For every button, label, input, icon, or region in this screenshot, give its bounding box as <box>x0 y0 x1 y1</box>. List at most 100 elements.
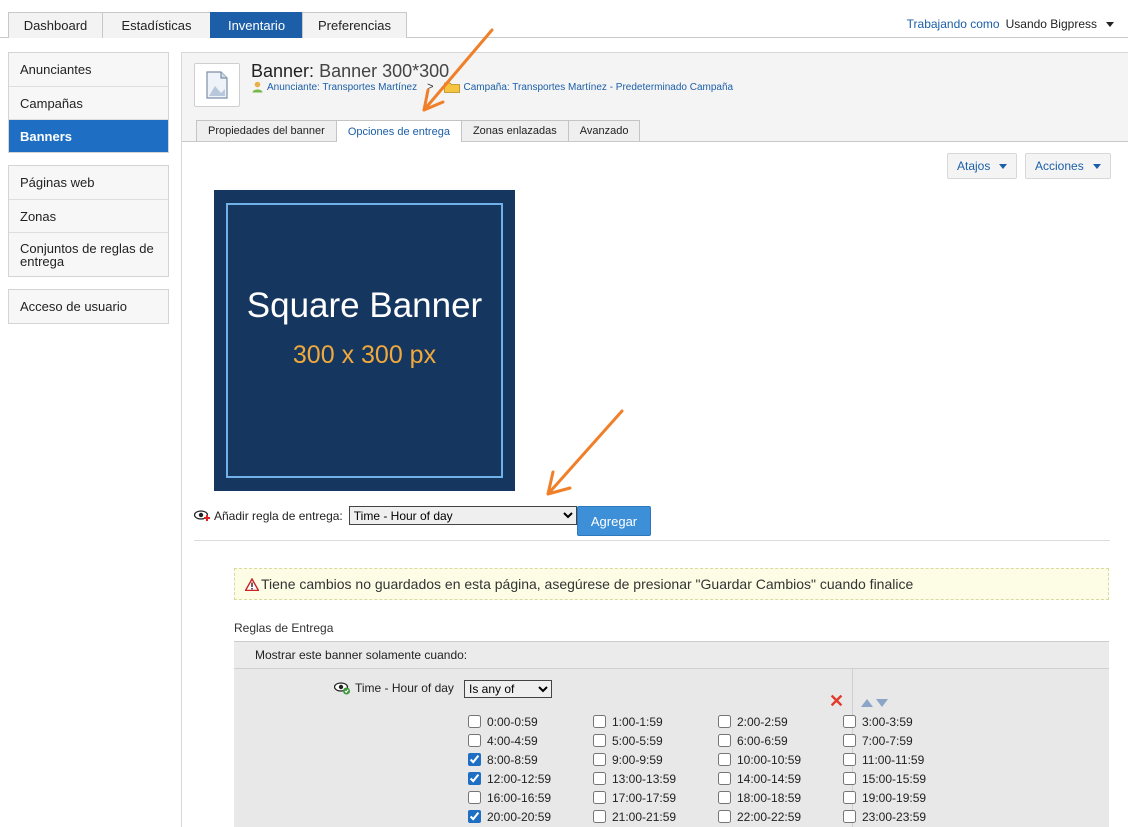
hour-checkbox[interactable] <box>468 772 481 785</box>
tab-estadisticas[interactable]: Estadísticas <box>102 12 211 38</box>
hour-checkbox[interactable] <box>593 715 606 728</box>
hour-checkbox[interactable] <box>843 810 856 823</box>
hour-checkbox[interactable] <box>718 791 731 804</box>
title-banner-name: Banner 300*300 <box>319 61 450 81</box>
hour-option[interactable]: 6:00-6:59 <box>718 731 843 750</box>
hour-checkbox[interactable] <box>843 753 856 766</box>
hour-checkbox[interactable] <box>718 734 731 747</box>
sidebar-item-anunciantes[interactable]: Anunciantes <box>9 53 168 86</box>
banner-header: Banner: Banner 300*300 Anunciante: Trans… <box>182 53 1128 142</box>
hour-checkbox[interactable] <box>468 810 481 823</box>
hour-option[interactable]: 11:00-11:59 <box>843 750 968 769</box>
hour-option[interactable]: 9:00-9:59 <box>593 750 718 769</box>
hour-label: 4:00-4:59 <box>487 733 538 748</box>
hour-option[interactable]: 17:00-17:59 <box>593 788 718 807</box>
warning-icon <box>245 577 259 591</box>
sidebar-item-zonas[interactable]: Zonas <box>9 199 168 232</box>
move-up-icon[interactable] <box>861 699 873 707</box>
hour-checkbox[interactable] <box>593 810 606 823</box>
reorder-controls <box>861 699 888 707</box>
hour-option[interactable]: 1:00-1:59 <box>593 712 718 731</box>
actions-dropdown[interactable]: Acciones <box>1025 153 1111 179</box>
hour-label: 21:00-21:59 <box>612 809 677 824</box>
hour-checkbox[interactable] <box>843 715 856 728</box>
add-rule-button[interactable]: Agregar <box>577 506 651 536</box>
hour-checkbox[interactable] <box>593 753 606 766</box>
hour-label: 15:00-15:59 <box>862 771 927 786</box>
tab-zonas-enlazadas[interactable]: Zonas enlazadas <box>460 120 569 141</box>
hour-checkbox[interactable] <box>843 734 856 747</box>
sidebar-item-paginas-web[interactable]: Páginas web <box>9 166 168 199</box>
breadcrumb-separator: > <box>427 81 434 93</box>
hour-option[interactable]: 12:00-12:59 <box>468 769 593 788</box>
breadcrumb: Anunciante: Transportes Martínez > Campa… <box>252 81 733 93</box>
hour-option[interactable]: 15:00-15:59 <box>843 769 968 788</box>
user-name[interactable]: Usando Bigpress <box>1006 17 1097 31</box>
hour-option[interactable]: 22:00-22:59 <box>718 807 843 826</box>
hour-option[interactable]: 13:00-13:59 <box>593 769 718 788</box>
hour-checkbox[interactable] <box>843 791 856 804</box>
hour-checkbox[interactable] <box>718 753 731 766</box>
hour-checkbox[interactable] <box>468 753 481 766</box>
content-panel: Banner: Banner 300*300 Anunciante: Trans… <box>181 52 1128 827</box>
rule-type-select[interactable]: Time - Hour of day <box>348 506 577 525</box>
user-menu[interactable]: Trabajando como Usando Bigpress <box>907 17 1114 31</box>
tab-inventario[interactable]: Inventario <box>210 12 303 38</box>
tab-dashboard[interactable]: Dashboard <box>8 12 103 38</box>
hour-option[interactable]: 23:00-23:59 <box>843 807 968 826</box>
hour-option[interactable]: 8:00-8:59 <box>468 750 593 769</box>
hour-checkbox[interactable] <box>843 772 856 785</box>
actions-label: Acciones <box>1035 159 1084 173</box>
add-rule-row: Añadir regla de entrega: Time - Hour of … <box>194 506 577 525</box>
hour-option[interactable]: 5:00-5:59 <box>593 731 718 750</box>
delete-rule-icon[interactable]: ✕ <box>829 691 844 712</box>
hour-option[interactable]: 4:00-4:59 <box>468 731 593 750</box>
hour-label: 18:00-18:59 <box>737 790 802 805</box>
banner-line-1: Square Banner <box>246 286 483 325</box>
tab-propiedades-banner[interactable]: Propiedades del banner <box>196 120 337 141</box>
rules-header-text: Mostrar este banner solamente cuando: <box>255 648 468 662</box>
tab-preferencias[interactable]: Preferencias <box>302 12 407 38</box>
sidebar-item-campanas[interactable]: Campañas <box>9 86 168 119</box>
hour-checkbox[interactable] <box>468 715 481 728</box>
hour-option[interactable]: 16:00-16:59 <box>468 788 593 807</box>
hour-label: 6:00-6:59 <box>737 733 788 748</box>
hour-option[interactable]: 14:00-14:59 <box>718 769 843 788</box>
hour-checkbox[interactable] <box>593 734 606 747</box>
breadcrumb-campaign-link[interactable]: Campaña: Transportes Martínez - Predeter… <box>464 82 734 93</box>
hour-checkbox[interactable] <box>718 715 731 728</box>
hour-option[interactable]: 2:00-2:59 <box>718 712 843 731</box>
hour-checkbox-grid: 0:00-0:59 1:00-1:59 2:00-2:59 3:00-3:59 4:00… <box>468 712 968 826</box>
hour-checkbox[interactable] <box>468 791 481 804</box>
tab-avanzado[interactable]: Avanzado <box>567 120 641 141</box>
banner-preview: Square Banner 300 x 300 px <box>214 190 515 491</box>
hour-checkbox[interactable] <box>468 734 481 747</box>
chevron-down-icon <box>999 163 1008 169</box>
hour-option[interactable]: 18:00-18:59 <box>718 788 843 807</box>
banner-document-icon <box>194 63 240 107</box>
hour-option[interactable]: 3:00-3:59 <box>843 712 968 731</box>
hour-checkbox[interactable] <box>718 810 731 823</box>
hour-option[interactable]: 20:00-20:59 <box>468 807 593 826</box>
hour-option[interactable]: 0:00-0:59 <box>468 712 593 731</box>
sidebar-item-banners[interactable]: Banners <box>9 119 168 152</box>
tab-opciones-entrega[interactable]: Opciones de entrega <box>335 120 462 142</box>
main-tabs: Dashboard Estadísticas Inventario Prefer… <box>8 12 407 38</box>
rule-row: Time - Hour of day Is any of ✕ 0:00-0:59… <box>234 668 1109 827</box>
breadcrumb-advertiser-link[interactable]: Anunciante: Transportes Martínez <box>267 82 417 93</box>
top-navigation: Dashboard Estadísticas Inventario Prefer… <box>0 0 1128 38</box>
hour-checkbox[interactable] <box>718 772 731 785</box>
hour-option[interactable]: 19:00-19:59 <box>843 788 968 807</box>
rules-header: Mostrar este banner solamente cuando: <box>234 641 1109 668</box>
hour-checkbox[interactable] <box>593 772 606 785</box>
hour-checkbox[interactable] <box>593 791 606 804</box>
hour-option[interactable]: 21:00-21:59 <box>593 807 718 826</box>
hour-option[interactable]: 10:00-10:59 <box>718 750 843 769</box>
rule-operator-select[interactable]: Is any of <box>464 680 552 698</box>
move-down-icon[interactable] <box>876 699 888 707</box>
sidebar-item-acceso-usuario[interactable]: Acceso de usuario <box>9 290 168 323</box>
hour-option[interactable]: 7:00-7:59 <box>843 731 968 750</box>
shortcuts-dropdown[interactable]: Atajos <box>947 153 1018 179</box>
sidebar-item-conjuntos-reglas[interactable]: Conjuntos de reglas de entrega <box>9 232 168 276</box>
rule-name: Time - Hour of day <box>334 681 454 695</box>
